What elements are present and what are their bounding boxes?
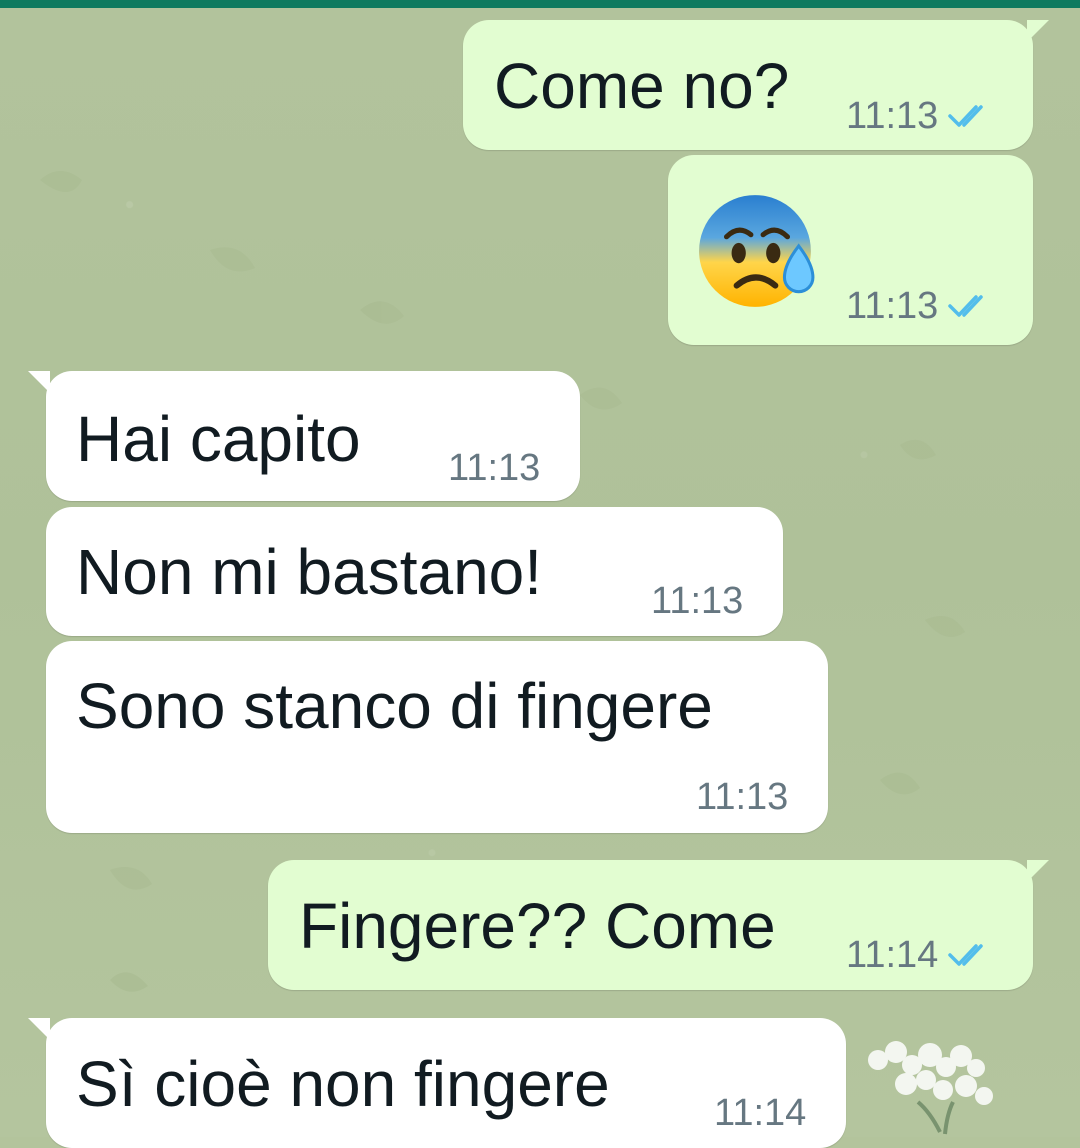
message-meta: 11:13 bbox=[448, 449, 540, 487]
message-meta: 11:13 bbox=[846, 97, 990, 135]
incoming-message-bubble[interactable]: Sono stanco di fingere 11:13 bbox=[46, 641, 828, 833]
message-meta: 11:14 bbox=[714, 1094, 806, 1132]
message-meta: 11:14 bbox=[846, 936, 990, 974]
double-check-icon bbox=[948, 944, 984, 966]
message-text: Hai capito bbox=[76, 403, 361, 475]
bubble-tail bbox=[1027, 20, 1049, 42]
message-time: 11:13 bbox=[846, 285, 939, 327]
bubble-tail bbox=[1027, 860, 1049, 882]
message-time: 11:13 bbox=[696, 776, 789, 818]
message-text: Come no? bbox=[494, 50, 790, 122]
incoming-message-bubble[interactable]: Sì cioè non fingere 11:14 bbox=[28, 1018, 846, 1148]
message-time: 11:13 bbox=[846, 95, 939, 137]
double-check-icon bbox=[948, 295, 984, 317]
bubble-tail bbox=[28, 371, 50, 393]
message-meta: 11:13 bbox=[696, 778, 788, 816]
bubble-tail bbox=[28, 1018, 50, 1040]
message-meta: 11:13 bbox=[846, 287, 990, 325]
message-time: 11:13 bbox=[448, 447, 541, 489]
message-text: Sono stanco di fingere bbox=[76, 670, 713, 742]
message-time: 11:14 bbox=[846, 934, 939, 976]
incoming-message-bubble[interactable]: Non mi bastano! 11:13 bbox=[46, 507, 783, 636]
message-text: Sì cioè non fingere bbox=[76, 1048, 610, 1120]
message-text: Fingere?? Come bbox=[299, 890, 776, 962]
message-meta: 11:13 bbox=[651, 582, 743, 620]
chat-header-strip bbox=[0, 0, 1080, 8]
message-time: 11:14 bbox=[714, 1092, 807, 1134]
message-time: 11:13 bbox=[651, 580, 744, 622]
message-text: Non mi bastano! bbox=[76, 536, 543, 608]
flower-decoration bbox=[868, 1041, 993, 1135]
outgoing-message-bubble[interactable]: Fingere?? Come 11:14 bbox=[268, 860, 1049, 990]
double-check-icon bbox=[948, 105, 984, 127]
outgoing-message-bubble[interactable]: Come no? 11:13 bbox=[463, 20, 1049, 150]
outgoing-emoji-message-bubble[interactable]: 11:13 bbox=[668, 155, 1033, 345]
anxious-face-with-sweat-emoji bbox=[699, 195, 815, 307]
incoming-message-bubble[interactable]: Hai capito 11:13 bbox=[28, 371, 580, 501]
